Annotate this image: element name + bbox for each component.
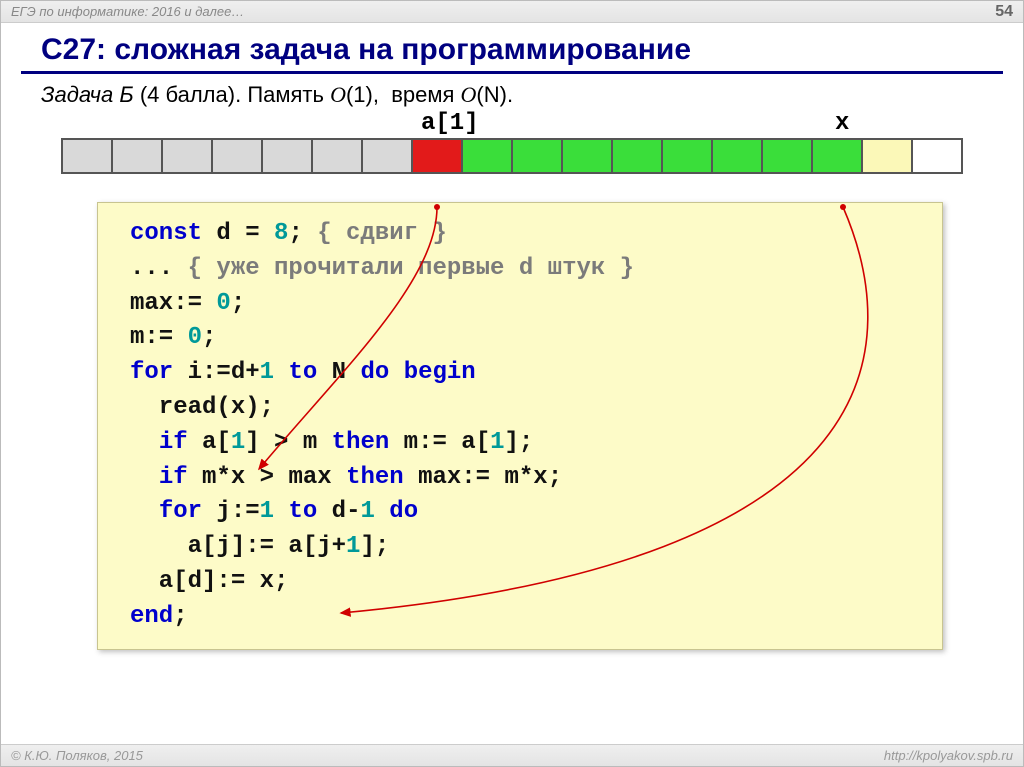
cell bbox=[113, 140, 163, 172]
cell bbox=[63, 140, 113, 172]
code-line: m:= 0; bbox=[130, 321, 922, 356]
code-line: ... { уже прочитали первые d штук } bbox=[130, 252, 922, 287]
code-line: for i:=d+1 to N do begin bbox=[130, 356, 922, 391]
code-line: for j:=1 to d-1 do bbox=[130, 495, 922, 530]
code-line: if a[1] > m then m:= a[1]; bbox=[130, 426, 922, 461]
cell bbox=[463, 140, 513, 172]
time-value: (N). bbox=[476, 82, 513, 107]
header-text: ЕГЭ по информатике: 2016 и далее… bbox=[11, 4, 244, 19]
copyright: © К.Ю. Поляков, 2015 bbox=[11, 748, 143, 763]
task-name: Задача Б bbox=[41, 82, 134, 107]
slide-header: ЕГЭ по информатике: 2016 и далее… 54 bbox=[1, 1, 1023, 23]
title-rule bbox=[21, 71, 1003, 74]
array-labels: a[1] x bbox=[1, 110, 1023, 138]
memory-value: (1), bbox=[346, 82, 379, 107]
code-line: read(x); bbox=[130, 391, 922, 426]
cell bbox=[213, 140, 263, 172]
code-line: if m*x > max then max:= m*x; bbox=[130, 461, 922, 496]
code-line: max:= 0; bbox=[130, 287, 922, 322]
code-box: const d = 8; { сдвиг } ... { уже прочита… bbox=[97, 202, 943, 650]
cell bbox=[563, 140, 613, 172]
cell-x bbox=[863, 140, 913, 172]
subtitle: Задача Б (4 балла). Память O(1), время O… bbox=[1, 80, 1023, 110]
memory-o: O bbox=[330, 82, 346, 107]
cell bbox=[663, 140, 713, 172]
cell bbox=[813, 140, 863, 172]
slide: ЕГЭ по информатике: 2016 и далее… 54 C27… bbox=[0, 0, 1024, 767]
time-label: время bbox=[391, 82, 454, 107]
code-line: a[j]:= a[j+1]; bbox=[130, 530, 922, 565]
cell bbox=[163, 140, 213, 172]
label-a1: a[1] bbox=[421, 110, 479, 137]
array-cells bbox=[61, 138, 963, 174]
code-line: const d = 8; { сдвиг } bbox=[130, 217, 922, 252]
task-points: (4 балла). bbox=[140, 82, 241, 107]
page-number: 54 bbox=[995, 3, 1013, 21]
cell bbox=[313, 140, 363, 172]
cell bbox=[613, 140, 663, 172]
cell bbox=[763, 140, 813, 172]
label-x: x bbox=[835, 110, 849, 137]
cell bbox=[363, 140, 413, 172]
cell bbox=[713, 140, 763, 172]
code-line: a[d]:= x; bbox=[130, 565, 922, 600]
slide-footer: © К.Ю. Поляков, 2015 http://kpolyakov.sp… bbox=[1, 744, 1023, 766]
code-line: end; bbox=[130, 600, 922, 635]
time-o: O bbox=[461, 82, 477, 107]
footer-url: http://kpolyakov.spb.ru bbox=[884, 748, 1013, 763]
cell bbox=[513, 140, 563, 172]
cell bbox=[913, 140, 963, 172]
cell bbox=[263, 140, 313, 172]
cell-a1 bbox=[413, 140, 463, 172]
memory-label: Память bbox=[247, 82, 324, 107]
slide-title: C27: сложная задача на программирование bbox=[1, 23, 1023, 71]
